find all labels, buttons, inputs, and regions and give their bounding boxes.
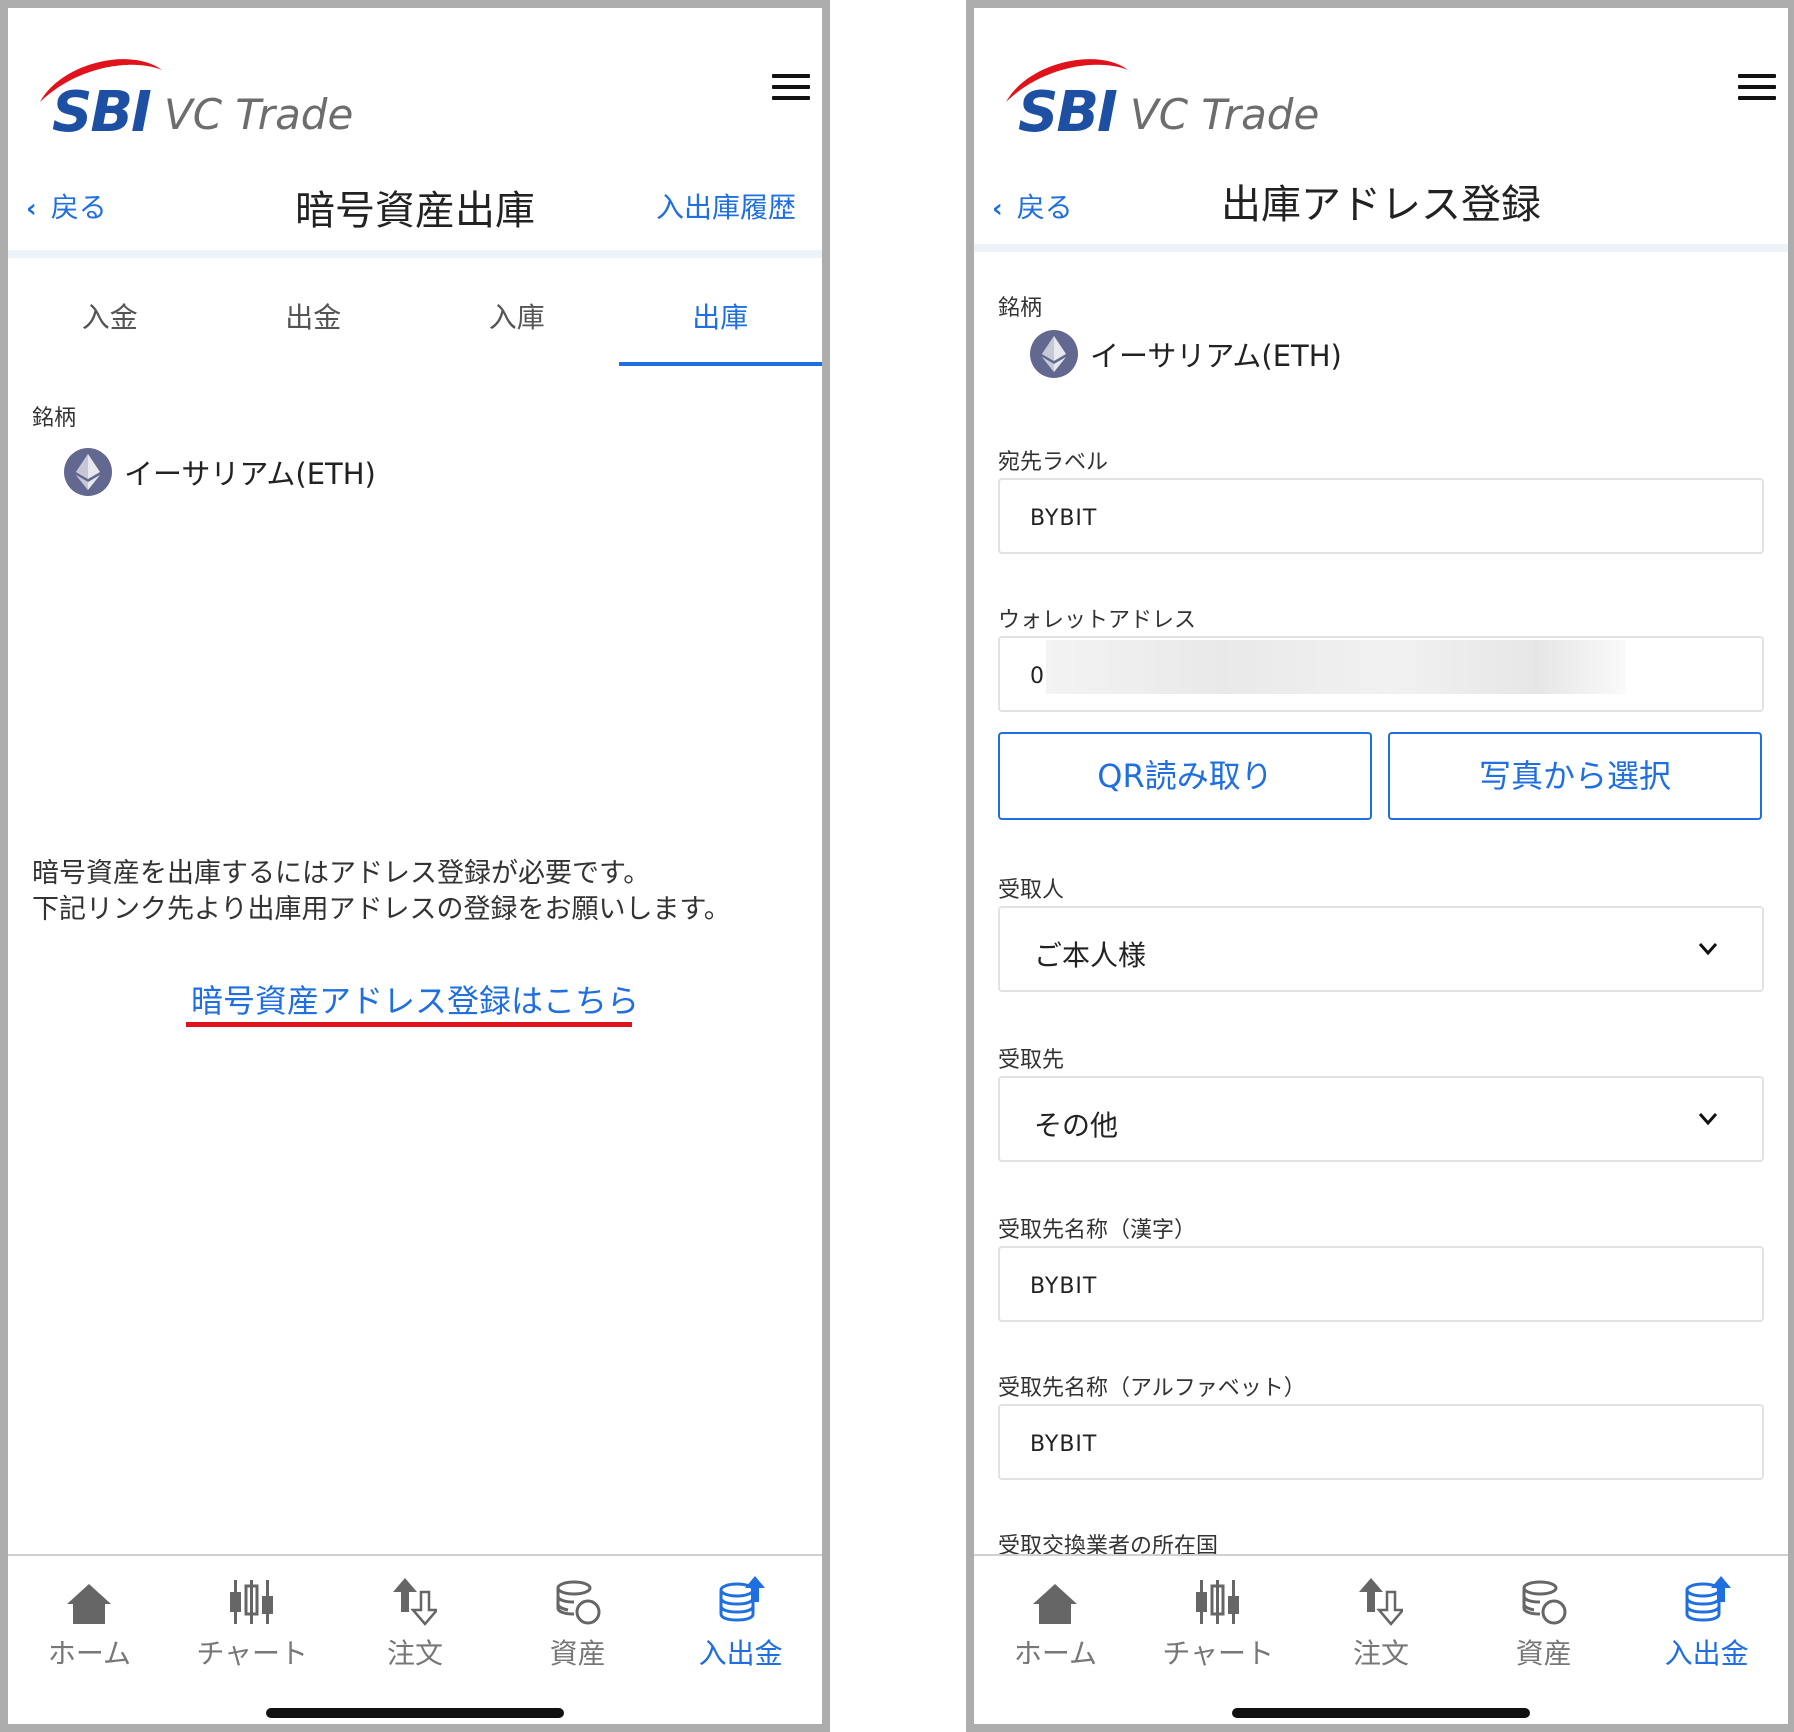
home-icon <box>1033 1584 1078 1624</box>
nav-home-label: ホーム <box>47 1637 131 1670</box>
chevron-down-icon <box>1698 1113 1718 1126</box>
coin-label: 銘柄 <box>998 296 1043 321</box>
notice-line-1: 暗号資産を出庫するにはアドレス登録が必要です。 <box>32 858 651 889</box>
app-header: SBI VC Trade <box>8 8 822 158</box>
highlight-underline <box>186 1022 632 1027</box>
phone-left-screen: SBI VC Trade ‹ 戻る 暗号資産出庫 入出庫履歴 入金 出金 入庫 出… <box>0 0 830 1732</box>
recipient-label: 受取人 <box>998 878 1065 903</box>
nav-order-label: 注文 <box>386 1637 443 1670</box>
nav-home[interactable]: ホーム <box>8 1556 171 1724</box>
coin-name: イーサリアム(ETH) <box>1090 339 1342 373</box>
nav-home-label: ホーム <box>1013 1637 1097 1670</box>
wallet-address-value: 0 <box>1030 664 1045 689</box>
address-notice: 暗号資産を出庫するにはアドレス登録が必要です。 下記リンク先より出庫用アドレスの… <box>32 856 731 928</box>
logo-brand-text: SBI <box>52 80 152 145</box>
register-address-link[interactable]: 暗号資産アドレス登録はこちら <box>8 976 822 1022</box>
candlestick-chart-icon <box>230 1580 274 1624</box>
recipient-select[interactable]: ご本人様 <box>998 906 1764 992</box>
destination-selected-value: その他 <box>1034 1109 1119 1142</box>
tab-crypto-deposit[interactable]: 入庫 <box>415 266 619 366</box>
menu-icon[interactable] <box>1738 74 1776 100</box>
nav-assets[interactable]: 資産 <box>496 1556 659 1724</box>
nav-chart-label: チャート <box>196 1637 309 1670</box>
nav-chart[interactable]: チャート <box>1137 1556 1300 1724</box>
candlestick-chart-icon <box>1196 1580 1240 1624</box>
home-indicator <box>266 1708 564 1718</box>
title-bar: ‹ 戻る 出庫アドレス登録 <box>974 158 1788 252</box>
order-arrows-icon <box>392 1578 437 1626</box>
destination-label-input[interactable]: BYBIT <box>998 478 1764 554</box>
nav-transfer[interactable]: 入出金 <box>659 1556 822 1724</box>
page-title: 出庫アドレス登録 <box>1221 182 1541 228</box>
recipient-name-alpha-label: 受取先名称（アルファベット） <box>998 1376 1306 1401</box>
sbi-vc-trade-logo[interactable]: SBI VC Trade <box>998 52 1328 145</box>
bottom-nav: ホーム チャート 注文 資産 入出金 <box>8 1554 822 1724</box>
menu-icon[interactable] <box>772 74 810 100</box>
nav-chart-label: チャート <box>1162 1637 1275 1670</box>
nav-transfer[interactable]: 入出金 <box>1625 1556 1788 1724</box>
nav-chart[interactable]: チャート <box>171 1556 334 1724</box>
nav-home[interactable]: ホーム <box>974 1556 1137 1724</box>
recipient-name-kanji-input[interactable]: BYBIT <box>998 1246 1764 1322</box>
qr-scan-button[interactable]: QR読み取り <box>998 732 1372 820</box>
logo-product-text: VC Trade <box>1130 90 1320 139</box>
coins-icon <box>556 1580 601 1625</box>
wallet-address-label: ウォレットアドレス <box>998 608 1197 633</box>
select-photo-button[interactable]: 写真から選択 <box>1388 732 1762 820</box>
destination-select[interactable]: その他 <box>998 1076 1764 1162</box>
sbi-vc-trade-logo[interactable]: SBI VC Trade <box>32 52 362 145</box>
nav-transfer-label: 入出金 <box>1664 1637 1749 1670</box>
history-link[interactable]: 入出庫履歴 <box>656 186 796 226</box>
notice-line-2: 下記リンク先より出庫用アドレスの登録をお願いします。 <box>32 894 731 925</box>
transfer-database-icon <box>719 1576 765 1622</box>
wallet-address-input[interactable]: 0 <box>998 636 1764 712</box>
destination-label-label: 宛先ラベル <box>998 450 1109 475</box>
coin-display: イーサリアム(ETH) <box>1030 330 1342 378</box>
phone-right-screen: SBI VC Trade ‹ 戻る 出庫アドレス登録 銘柄 イーサリアム(ETH)… <box>966 0 1794 1732</box>
address-redaction-mask <box>1046 640 1626 694</box>
tab-deposit-jpy[interactable]: 入金 <box>8 266 212 366</box>
nav-assets[interactable]: 資産 <box>1462 1556 1625 1724</box>
title-bar: ‹ 戻る 暗号資産出庫 入出庫履歴 <box>8 158 822 258</box>
destination-label: 受取先 <box>998 1048 1065 1073</box>
ethereum-icon <box>1030 330 1078 378</box>
coin-display: イーサリアム(ETH) <box>64 448 376 496</box>
logo-brand-text: SBI <box>1018 80 1118 145</box>
coin-name: イーサリアム(ETH) <box>124 457 376 491</box>
recipient-name-kanji-label: 受取先名称（漢字） <box>998 1218 1197 1243</box>
nav-assets-label: 資産 <box>1515 1637 1572 1670</box>
order-arrows-icon <box>1358 1578 1403 1626</box>
home-icon <box>67 1584 112 1624</box>
coins-icon <box>1522 1580 1567 1625</box>
app-header: SBI VC Trade <box>974 8 1788 158</box>
tab-bar: 入金 出金 入庫 出庫 <box>8 266 822 366</box>
nav-order-label: 注文 <box>1352 1637 1409 1670</box>
ethereum-icon <box>64 448 112 496</box>
nav-order[interactable]: 注文 <box>334 1556 497 1724</box>
tab-crypto-withdraw[interactable]: 出庫 <box>618 266 823 366</box>
coin-label: 銘柄 <box>32 406 77 431</box>
bottom-nav: ホーム チャート 注文 資産 入出金 <box>974 1554 1788 1724</box>
nav-assets-label: 資産 <box>549 1637 606 1670</box>
recipient-name-alpha-input[interactable]: BYBIT <box>998 1404 1764 1480</box>
home-indicator <box>1232 1708 1530 1718</box>
recipient-selected-value: ご本人様 <box>1034 939 1147 972</box>
nav-transfer-label: 入出金 <box>698 1637 783 1670</box>
transfer-database-icon <box>1685 1576 1731 1622</box>
logo-product-text: VC Trade <box>164 90 354 139</box>
tab-withdraw-jpy[interactable]: 出金 <box>212 266 416 366</box>
chevron-down-icon <box>1698 943 1718 956</box>
nav-order[interactable]: 注文 <box>1300 1556 1463 1724</box>
